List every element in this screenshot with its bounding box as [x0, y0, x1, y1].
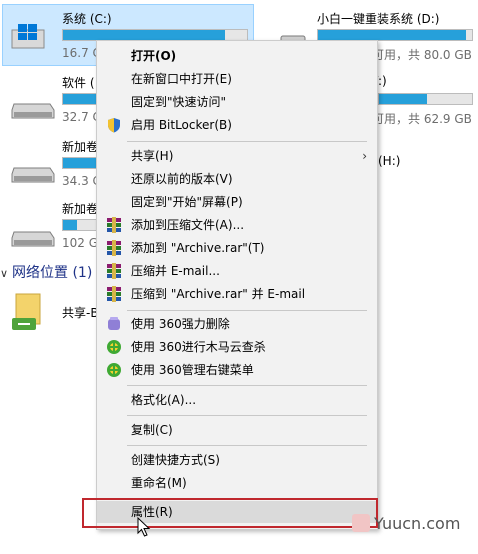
- usage-bar: [378, 93, 473, 105]
- winrar-icon: [107, 240, 121, 256]
- scan-360-icon: [107, 340, 121, 354]
- menu-item-pin-quick-access[interactable]: 固定到"快速访问": [97, 91, 377, 113]
- menu-separator: [127, 385, 367, 386]
- drive-name: 系统 (C:): [62, 12, 112, 26]
- usage-bar: [62, 157, 98, 169]
- usage-bar: [62, 219, 98, 231]
- watermark-logo-icon: [352, 514, 370, 532]
- menu-item-add-archive[interactable]: 添加到压缩文件(A)...: [97, 214, 377, 236]
- menu-separator: [127, 310, 367, 311]
- drive-size: 可用，共 80.0 GB: [372, 48, 472, 62]
- drive-size: 102 G: [62, 236, 99, 250]
- mouse-cursor-icon: [137, 517, 151, 537]
- menu-separator: [127, 445, 367, 446]
- shield-icon: [108, 118, 120, 133]
- chevron-right-icon: ›: [362, 149, 367, 163]
- usage-bar: [62, 93, 98, 105]
- winrar-icon: [107, 263, 121, 279]
- menu-item-pin-start[interactable]: 固定到"开始"屏幕(P): [97, 191, 377, 213]
- menu-item-360-manage[interactable]: 使用 360管理右键菜单: [97, 359, 377, 381]
- menu-item-open[interactable]: 打开(O): [97, 45, 377, 67]
- drive-name: 新加卷: [62, 202, 99, 216]
- winrar-icon: [107, 286, 121, 302]
- drive-name: 软件 (: [62, 76, 95, 90]
- menu-item-add-archive-rar[interactable]: 添加到 "Archive.rar"(T): [97, 237, 377, 259]
- menu-item-compress-rar-email[interactable]: 压缩到 "Archive.rar" 并 E-mail: [97, 283, 377, 305]
- drive-size: 可用，共 62.9 GB: [372, 112, 472, 126]
- menu-item-format[interactable]: 格式化(A)...: [97, 389, 377, 411]
- drive-name: 小白一键重装系统 (D:): [317, 12, 440, 26]
- drive-icon: [11, 103, 55, 119]
- menu-item-360-delete[interactable]: 使用 360强力删除: [97, 313, 377, 335]
- menu-separator: [127, 141, 367, 142]
- drive-name: (H:): [378, 154, 401, 168]
- winrar-icon: [107, 217, 121, 233]
- menu-item-copy[interactable]: 复制(C): [97, 419, 377, 441]
- trash-360-icon: [108, 317, 120, 330]
- menu-item-rename[interactable]: 重命名(M): [97, 472, 377, 494]
- menu-item-bitlocker[interactable]: 启用 BitLocker(B): [97, 114, 377, 136]
- drive-icon: [11, 167, 55, 183]
- chevron-down-icon: ∨: [0, 267, 9, 280]
- network-folder-icon: [12, 293, 41, 330]
- menu-separator: [127, 415, 367, 416]
- menu-item-create-shortcut[interactable]: 创建快捷方式(S): [97, 449, 377, 471]
- drive-name: 新加卷: [62, 140, 99, 154]
- properties-highlight-box: [82, 498, 378, 528]
- menu-item-compress-email[interactable]: 压缩并 E-mail...: [97, 260, 377, 282]
- menu-item-share[interactable]: 共享(H) ›: [97, 145, 377, 167]
- menu-item-360-scan[interactable]: 使用 360进行木马云查杀: [97, 336, 377, 358]
- menu-item-restore-versions[interactable]: 还原以前的版本(V): [97, 168, 377, 190]
- network-item-name: 共享-B: [62, 306, 99, 320]
- menu-360-icon: [107, 363, 121, 377]
- network-locations-header[interactable]: ∨ 网络位置 (1): [0, 262, 92, 282]
- watermark: Yuucn.com: [352, 514, 460, 533]
- context-menu: 打开(O) 在新窗口中打开(E) 固定到"快速访问" 启用 BitLocker(…: [96, 40, 378, 530]
- windows-drive-icon: [11, 24, 45, 49]
- menu-item-open-new-window[interactable]: 在新窗口中打开(E): [97, 68, 377, 90]
- drive-icon: [11, 231, 55, 247]
